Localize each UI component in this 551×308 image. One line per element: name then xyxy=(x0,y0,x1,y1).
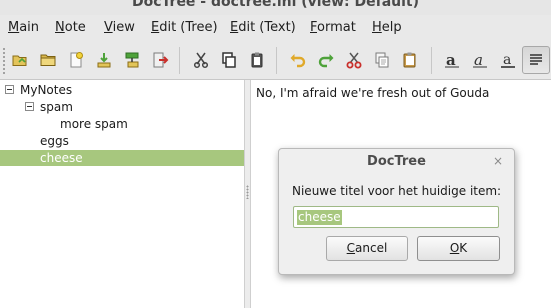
tree-node-cheese[interactable]: cheese xyxy=(0,150,244,166)
svg-text:a: a xyxy=(446,51,456,69)
toolbar: a a a xyxy=(0,41,551,80)
toolbar-separator xyxy=(179,47,180,74)
new-note-icon[interactable] xyxy=(65,49,87,71)
tree-node-label: eggs xyxy=(40,134,69,148)
copy-text-icon[interactable] xyxy=(371,49,393,71)
close-icon[interactable]: × xyxy=(493,154,503,168)
dialog-prompt: Nieuwe titel voor het huidige item: xyxy=(292,184,502,198)
toolbar-separator xyxy=(431,47,432,74)
toolbar-grip[interactable] xyxy=(2,47,7,74)
undo-icon[interactable] xyxy=(287,49,309,71)
move-node-icon[interactable] xyxy=(121,49,143,71)
cancel-button[interactable]: Cancel xyxy=(326,236,408,261)
title-input[interactable]: cheese xyxy=(293,206,499,228)
menu-edit-text[interactable]: Edit (Text) xyxy=(230,20,296,35)
menu-format[interactable]: Format xyxy=(310,20,356,35)
menu-main[interactable]: Main xyxy=(8,20,39,35)
underline-icon[interactable]: a xyxy=(497,49,519,71)
pane-splitter[interactable] xyxy=(244,80,251,308)
open-folder-icon[interactable] xyxy=(9,49,31,71)
splitter-grip[interactable] xyxy=(246,185,249,199)
align-icon[interactable] xyxy=(522,46,550,74)
window-titlebar: DocTree - doctree.ini (view: Default) xyxy=(0,0,551,15)
cut-text-icon[interactable] xyxy=(343,49,365,71)
exit-icon[interactable] xyxy=(149,49,171,71)
copy-icon[interactable] xyxy=(218,49,240,71)
import-icon[interactable] xyxy=(93,49,115,71)
folder-icon[interactable] xyxy=(37,49,59,71)
tree-node-mynotes[interactable]: MyNotes xyxy=(0,82,244,98)
tree-node-more-spam[interactable]: more spam xyxy=(0,116,244,132)
tree-node-label: cheese xyxy=(40,151,83,165)
bold-icon[interactable]: a xyxy=(441,49,463,71)
paste-text-icon[interactable] xyxy=(399,49,421,71)
redo-icon[interactable] xyxy=(315,49,337,71)
tree-node-label: MyNotes xyxy=(20,83,73,97)
collapse-icon[interactable] xyxy=(25,102,34,111)
cut-icon[interactable] xyxy=(190,49,212,71)
svg-text:a: a xyxy=(474,51,483,69)
paste-icon[interactable] xyxy=(246,49,268,71)
dialog-title: DocTree xyxy=(367,154,426,169)
editor-text[interactable]: No, I'm afraid we're fresh out of Gouda xyxy=(256,86,489,100)
rename-dialog: DocTree × Nieuwe titel voor het huidige … xyxy=(278,148,515,275)
ok-button[interactable]: OK xyxy=(417,236,500,261)
menu-view[interactable]: View xyxy=(104,20,135,35)
tree-node-spam[interactable]: spam xyxy=(0,99,244,115)
menu-note[interactable]: Note xyxy=(55,20,86,35)
svg-text:a: a xyxy=(503,52,511,68)
collapse-icon[interactable] xyxy=(5,85,14,94)
tree-pane[interactable]: MyNotes spam more spam eggs cheese xyxy=(0,80,244,308)
menu-edit-tree[interactable]: Edit (Tree) xyxy=(151,20,218,35)
tree-node-eggs[interactable]: eggs xyxy=(0,133,244,149)
menu-help[interactable]: Help xyxy=(372,20,402,35)
tree-node-label: spam xyxy=(40,100,73,114)
italic-icon[interactable]: a xyxy=(469,49,491,71)
toolbar-separator xyxy=(276,47,277,74)
window-title: DocTree - doctree.ini (view: Default) xyxy=(131,0,420,10)
title-input-value[interactable]: cheese xyxy=(297,210,342,225)
menubar: Main Note View Edit (Tree) Edit (Text) F… xyxy=(0,15,551,41)
tree-node-label: more spam xyxy=(60,117,128,131)
